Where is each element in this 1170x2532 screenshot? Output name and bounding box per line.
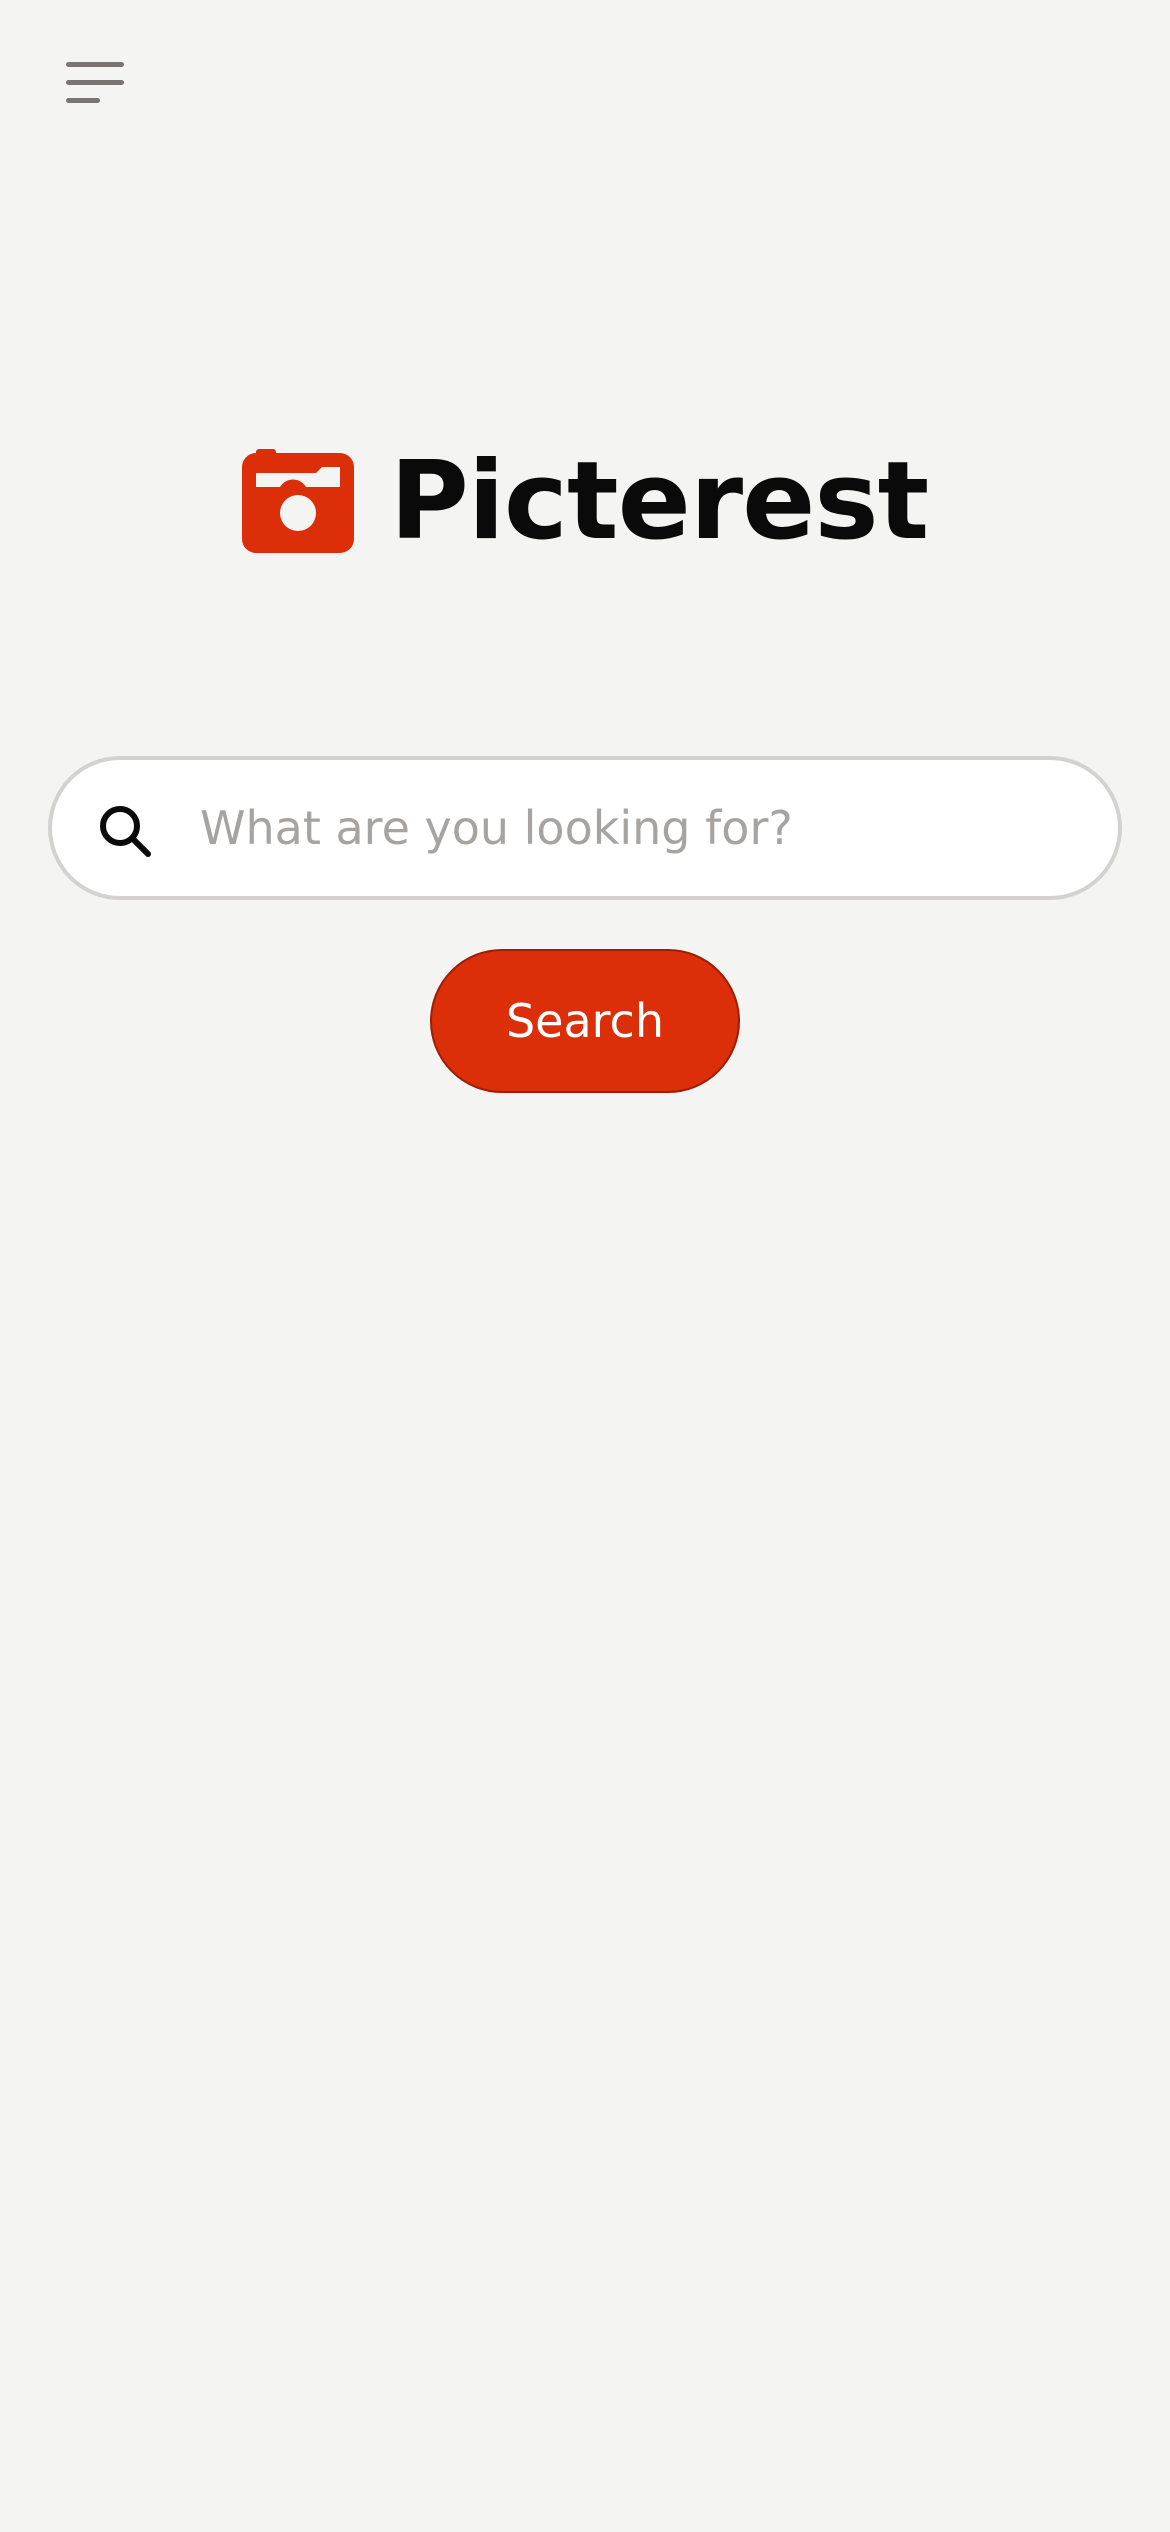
menu-bar xyxy=(66,62,124,67)
camera-icon xyxy=(241,449,354,553)
menu-bar xyxy=(66,98,100,103)
brand: Picterest xyxy=(0,448,1170,556)
search-input[interactable] xyxy=(200,780,1080,876)
search-box[interactable] xyxy=(48,756,1122,900)
search-icon xyxy=(100,806,151,857)
menu-bar xyxy=(66,80,124,85)
search-button[interactable]: Search xyxy=(430,949,740,1093)
menu-button[interactable] xyxy=(58,52,130,112)
brand-name: Picterest xyxy=(389,439,929,564)
